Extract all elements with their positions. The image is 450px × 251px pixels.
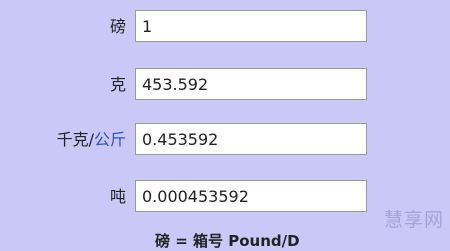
kilogram-label: 千克/公斤 [57,129,126,151]
site-watermark: 慧享网 [383,209,444,231]
row-kilogram: 千克/公斤 [0,123,450,157]
gongjin-link[interactable]: 公斤 [94,130,126,149]
row-ton: 吨 [0,180,450,214]
gram-label: 克 [109,75,126,94]
kilogram-input[interactable] [135,123,367,155]
kilogram-label-prefix: 千克/ [56,130,94,149]
ton-label: 吨 [109,187,126,206]
ton-input[interactable] [135,180,367,212]
row-pound: 磅 [0,10,450,44]
pound-label: 磅 [109,17,126,36]
gram-input[interactable] [135,68,367,100]
row-gram: 克 [0,68,450,102]
unit-converter: 磅 克 千克/公斤 吨 磅 = 箱号 Pound/D [0,0,450,250]
footer-text: 磅 = 箱号 Pound/D [155,232,300,250]
pound-input[interactable] [135,10,367,42]
